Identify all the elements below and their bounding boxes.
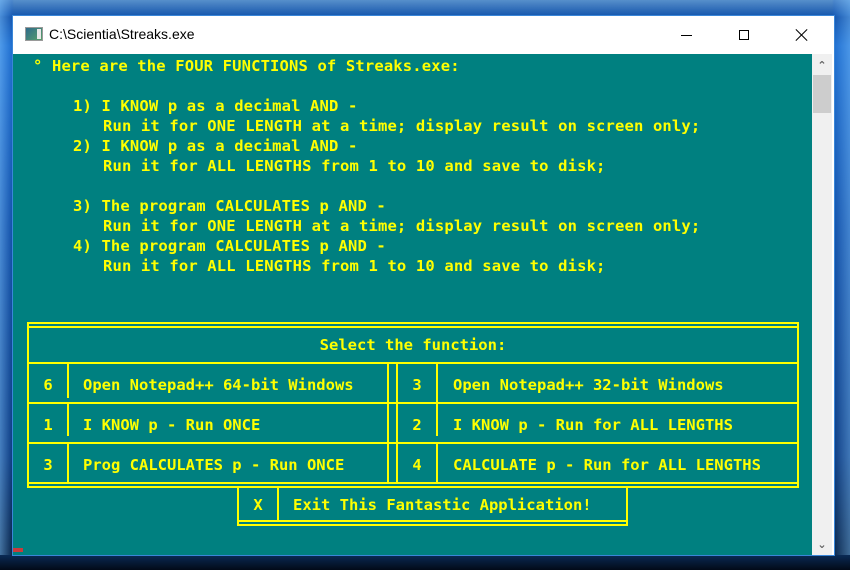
menu-divider bbox=[387, 362, 389, 482]
minimize-icon bbox=[680, 34, 692, 36]
menu-border bbox=[27, 486, 799, 488]
menu-divider bbox=[67, 362, 69, 398]
menu-option-label: CALCULATE p - Run for ALL LENGTHS bbox=[453, 456, 761, 474]
menu-option-label: Open Notepad++ 32-bit Windows bbox=[453, 376, 724, 394]
menu-divider bbox=[67, 402, 69, 436]
menu-option-key: 2 bbox=[412, 416, 422, 434]
menu-title: Select the function: bbox=[319, 336, 507, 354]
menu-option-key: 4 bbox=[412, 456, 422, 474]
menu-border bbox=[27, 322, 799, 324]
function-1-line-2: Run it for ONE LENGTH at a time; display… bbox=[103, 117, 701, 135]
menu-option-label: I KNOW p - Run ONCE bbox=[83, 416, 261, 434]
function-3-line-1: 3) The program CALCULATES p AND - bbox=[73, 197, 386, 215]
menu-divider bbox=[436, 442, 438, 482]
console-app-icon[interactable] bbox=[25, 27, 43, 41]
close-button[interactable] bbox=[779, 16, 825, 54]
scroll-down-button[interactable]: ⌄ bbox=[812, 535, 832, 553]
menu-divider bbox=[67, 442, 69, 482]
scrollbar-thumb[interactable] bbox=[813, 75, 831, 113]
menu-option-key: 3 bbox=[412, 376, 422, 394]
desktop-frame-bottom bbox=[0, 555, 850, 570]
chevron-down-icon: ⌄ bbox=[817, 537, 827, 551]
menu-option-key: 6 bbox=[43, 376, 53, 394]
title-bar[interactable]: C:\Scientia\Streaks.exe bbox=[13, 16, 834, 54]
chevron-up-icon: ⌃ bbox=[817, 58, 827, 72]
function-3-line-2: Run it for ONE LENGTH at a time; display… bbox=[103, 217, 701, 235]
maximize-button[interactable] bbox=[721, 16, 767, 54]
minimize-button[interactable] bbox=[663, 16, 709, 54]
function-1-line-1: 1) I KNOW p as a decimal AND - bbox=[73, 97, 358, 115]
scroll-up-button[interactable]: ⌃ bbox=[812, 56, 832, 74]
menu-option-label: Prog CALCULATES p - Run ONCE bbox=[83, 456, 345, 474]
menu-option-label: I KNOW p - Run for ALL LENGTHS bbox=[453, 416, 733, 434]
function-2-line-1: 2) I KNOW p as a decimal AND - bbox=[73, 137, 358, 155]
console-window: C:\Scientia\Streaks.exe ° Here are the F… bbox=[13, 16, 834, 555]
exit-border bbox=[237, 520, 628, 522]
exit-divider bbox=[277, 486, 279, 522]
menu-option-key: 1 bbox=[43, 416, 53, 434]
maximize-icon bbox=[739, 30, 749, 40]
menu-option-label: Open Notepad++ 64-bit Windows bbox=[83, 376, 354, 394]
menu-border bbox=[27, 326, 799, 328]
window-title: C:\Scientia\Streaks.exe bbox=[49, 26, 195, 42]
menu-option-key: 3 bbox=[43, 456, 53, 474]
menu-divider bbox=[27, 442, 799, 444]
exit-border bbox=[237, 524, 628, 526]
function-4-line-1: 4) The program CALCULATES p AND - bbox=[73, 237, 386, 255]
menu-divider bbox=[27, 402, 799, 404]
console-area: ° Here are the FOUR FUNCTIONS of Streaks… bbox=[13, 54, 812, 555]
text-cursor bbox=[13, 548, 23, 552]
close-icon bbox=[796, 29, 808, 41]
exit-label: Exit This Fantastic Application! bbox=[293, 496, 592, 514]
intro-line: ° Here are the FOUR FUNCTIONS of Streaks… bbox=[33, 57, 460, 75]
function-2-line-2: Run it for ALL LENGTHS from 1 to 10 and … bbox=[103, 157, 606, 175]
menu-border bbox=[27, 482, 799, 484]
menu-divider bbox=[27, 362, 799, 364]
exit-key: X bbox=[253, 496, 263, 514]
function-4-line-2: Run it for ALL LENGTHS from 1 to 10 and … bbox=[103, 257, 606, 275]
menu-divider bbox=[436, 362, 438, 402]
menu-divider bbox=[436, 402, 438, 436]
vertical-scrollbar[interactable]: ⌃ ⌄ bbox=[812, 54, 832, 555]
